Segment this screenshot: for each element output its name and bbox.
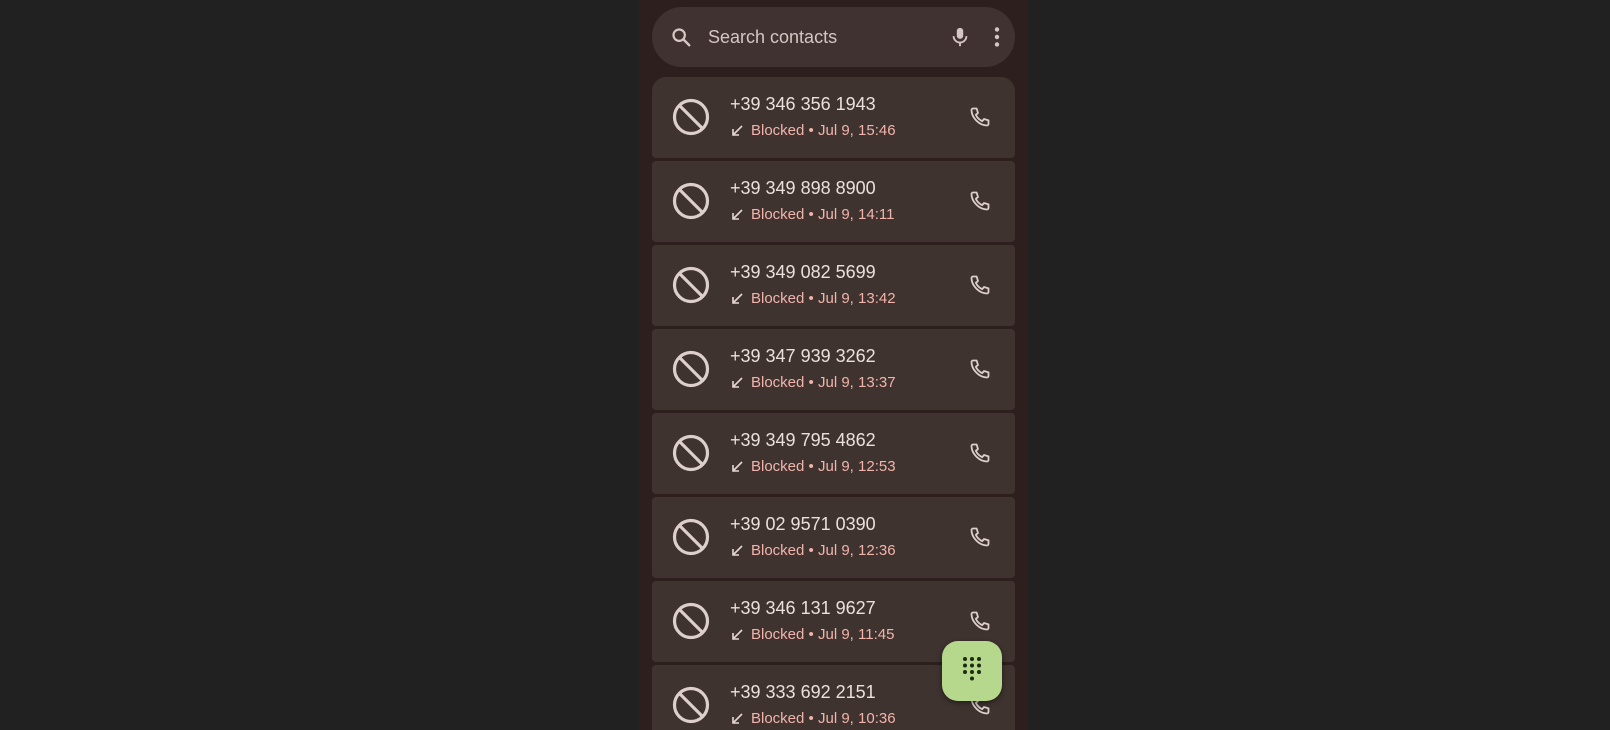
block-icon xyxy=(671,685,711,725)
dialpad-button[interactable] xyxy=(942,641,1002,701)
call-button[interactable] xyxy=(963,520,997,554)
separator-dot: • xyxy=(808,458,814,475)
separator-dot: • xyxy=(808,122,814,139)
incoming-arrow-icon xyxy=(730,628,744,642)
phone-number: +39 346 356 1943 xyxy=(730,94,876,114)
blocked-label: Blocked xyxy=(751,374,805,391)
blocked-label: Blocked xyxy=(751,710,805,727)
blocked-label: Blocked xyxy=(751,458,805,475)
phone-icon xyxy=(970,527,990,547)
separator-dot: • xyxy=(808,626,814,643)
call-button[interactable] xyxy=(963,352,997,386)
call-log-item[interactable]: +39 347 939 3262 Blocked • Jul 9, 13:37 xyxy=(652,329,1015,410)
search-input[interactable]: Search contacts xyxy=(708,27,949,48)
block-icon xyxy=(671,601,711,641)
call-time: Jul 9, 13:42 xyxy=(817,290,896,307)
separator-dot: • xyxy=(808,206,814,223)
call-status: Blocked • Jul 9, 14:11 xyxy=(730,206,894,223)
incoming-arrow-icon xyxy=(730,208,744,222)
search-icon xyxy=(670,26,692,48)
phone-icon xyxy=(970,359,990,379)
phone-number: +39 347 939 3262 xyxy=(730,346,876,366)
phone-app: Search contacts +39 346 356 1943 Blocked… xyxy=(639,0,1028,730)
incoming-arrow-icon xyxy=(730,124,744,138)
phone-number: +39 333 692 2151 xyxy=(730,682,876,702)
call-status: Blocked • Jul 9, 10:36 xyxy=(730,710,896,727)
blocked-label: Blocked xyxy=(751,290,805,307)
call-log-list: +39 346 356 1943 Blocked • Jul 9, 15:46 … xyxy=(652,77,1015,730)
call-status: Blocked • Jul 9, 11:45 xyxy=(730,626,894,643)
call-status: Blocked • Jul 9, 12:53 xyxy=(730,458,896,475)
separator-dot: • xyxy=(808,290,814,307)
block-icon xyxy=(671,181,711,221)
more-vert-icon[interactable] xyxy=(993,26,1001,48)
phone-number: +39 349 795 4862 xyxy=(730,430,876,450)
incoming-arrow-icon xyxy=(730,460,744,474)
call-time: Jul 9, 10:36 xyxy=(817,710,896,727)
phone-number: +39 02 9571 0390 xyxy=(730,514,876,534)
dialpad-icon xyxy=(961,656,983,687)
call-log-item[interactable]: +39 349 082 5699 Blocked • Jul 9, 13:42 xyxy=(652,245,1015,326)
blocked-label: Blocked xyxy=(751,542,805,559)
phone-icon xyxy=(970,611,990,631)
call-button[interactable] xyxy=(963,436,997,470)
blocked-label: Blocked xyxy=(751,206,805,223)
incoming-arrow-icon xyxy=(730,376,744,390)
block-icon xyxy=(671,349,711,389)
call-button[interactable] xyxy=(963,184,997,218)
incoming-arrow-icon xyxy=(730,544,744,558)
block-icon xyxy=(671,97,711,137)
blocked-label: Blocked xyxy=(751,626,805,643)
call-time: Jul 9, 12:36 xyxy=(817,542,896,559)
call-time: Jul 9, 12:53 xyxy=(817,458,896,475)
search-bar[interactable]: Search contacts xyxy=(652,7,1015,67)
separator-dot: • xyxy=(808,374,814,391)
call-status: Blocked • Jul 9, 13:42 xyxy=(730,290,896,307)
blocked-label: Blocked xyxy=(751,122,805,139)
call-time: Jul 9, 14:11 xyxy=(817,206,895,223)
separator-dot: • xyxy=(808,542,814,559)
call-log-item[interactable]: +39 349 898 8900 Blocked • Jul 9, 14:11 xyxy=(652,161,1015,242)
call-log-item[interactable]: +39 349 795 4862 Blocked • Jul 9, 12:53 xyxy=(652,413,1015,494)
separator-dot: • xyxy=(808,710,814,727)
phone-number: +39 349 082 5699 xyxy=(730,262,876,282)
call-time: Jul 9, 13:37 xyxy=(817,374,896,391)
mic-icon[interactable] xyxy=(949,25,971,49)
call-time: Jul 9, 15:46 xyxy=(817,122,896,139)
call-time: Jul 9, 11:45 xyxy=(817,626,895,643)
incoming-arrow-icon xyxy=(730,292,744,306)
call-status: Blocked • Jul 9, 12:36 xyxy=(730,542,896,559)
call-log-item[interactable]: +39 346 356 1943 Blocked • Jul 9, 15:46 xyxy=(652,77,1015,158)
call-status: Blocked • Jul 9, 13:37 xyxy=(730,374,896,391)
block-icon xyxy=(671,265,711,305)
phone-icon xyxy=(970,443,990,463)
phone-icon xyxy=(970,275,990,295)
call-button[interactable] xyxy=(963,268,997,302)
block-icon xyxy=(671,517,711,557)
phone-number: +39 349 898 8900 xyxy=(730,178,876,198)
call-status: Blocked • Jul 9, 15:46 xyxy=(730,122,896,139)
call-log-item[interactable]: +39 02 9571 0390 Blocked • Jul 9, 12:36 xyxy=(652,497,1015,578)
incoming-arrow-icon xyxy=(730,712,744,726)
call-button[interactable] xyxy=(963,100,997,134)
call-button[interactable] xyxy=(963,604,997,638)
phone-icon xyxy=(970,191,990,211)
block-icon xyxy=(671,433,711,473)
phone-icon xyxy=(970,107,990,127)
phone-number: +39 346 131 9627 xyxy=(730,598,876,618)
